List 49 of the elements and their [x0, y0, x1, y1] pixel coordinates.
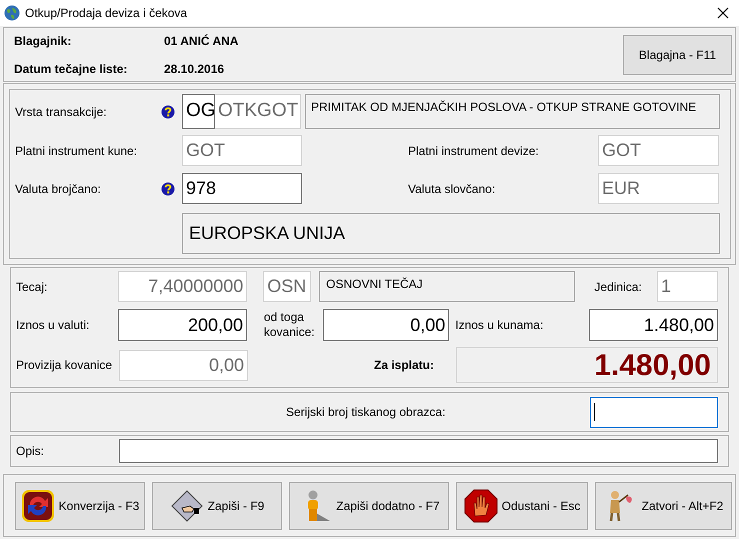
cash-register-button[interactable]: Blagajna - F11: [623, 34, 732, 74]
transaction-description: PRIMITAK OD MJENJAČKIH POSLOVA - OTKUP STRANE GOTOVINE: [305, 94, 720, 129]
action-button[interactable]: Zatvori - Alt+F2: [595, 482, 732, 530]
currency-name: EUROPSKA UNIJA: [182, 213, 720, 254]
field-label: Platni instrument devize:: [408, 142, 540, 160]
input-field[interactable]: OG: [182, 94, 215, 129]
input-field[interactable]: OSN: [263, 271, 312, 302]
input-field[interactable]: 0,00: [323, 309, 450, 341]
window-title: Otkup/Prodaja deviza i čekova: [25, 5, 188, 22]
input-field[interactable]: 7,40000000: [118, 271, 248, 302]
field-label: Blagajnik:: [14, 32, 72, 50]
arrows-icon: [20, 488, 55, 522]
field-label: Valuta brojčano:: [15, 180, 102, 198]
field-label: Za isplatu:: [374, 357, 436, 374]
input-field[interactable]: [590, 396, 718, 428]
input-field[interactable]: [119, 439, 718, 463]
action-button[interactable]: Odustani - Esc: [456, 482, 588, 530]
hand-icon: [170, 488, 204, 522]
field-label: Opis:: [16, 443, 46, 460]
action-button[interactable]: Zapiši - F9: [152, 482, 282, 530]
field-label: od toga kovanice:: [264, 310, 316, 340]
input-field[interactable]: EUR: [598, 173, 719, 204]
field-label: Provizija kovanice: [16, 357, 114, 374]
payout-amount: 1.480,00: [456, 347, 718, 383]
cashier-name: 01 ANIĆ ANA: [164, 32, 238, 50]
globe-icon: [4, 5, 20, 21]
field-label: Tecaj:: [16, 278, 48, 296]
field-label: Datum tečajne liste:: [14, 60, 128, 78]
input-field[interactable]: GOT: [598, 135, 719, 166]
stop-hand-icon: [464, 488, 498, 522]
input-field[interactable]: 0,00: [119, 350, 248, 380]
action-button[interactable]: Konverzija - F3: [15, 482, 145, 530]
field-label: Iznos u kunama:: [455, 317, 544, 334]
field-label: Jedinica:: [594, 278, 643, 296]
field-label: Valuta slovčano:: [408, 180, 496, 198]
field-label: Serijski broj tiskanog obrazca:: [286, 404, 446, 421]
field-label: Iznos u valuti:: [16, 317, 90, 334]
input-field[interactable]: 200,00: [118, 309, 248, 341]
input-field[interactable]: 1.480,00: [588, 309, 718, 341]
rate-description: OSNOVNI TEČAJ: [319, 271, 575, 302]
input-field[interactable]: 978: [182, 173, 302, 204]
close-icon[interactable]: [717, 7, 729, 19]
field-label: Platni instrument kune:: [15, 142, 138, 160]
rate-list-date: 28.10.2016: [164, 60, 224, 78]
input-field[interactable]: OTKGOT: [215, 94, 301, 129]
input-field[interactable]: 1: [657, 271, 718, 302]
field-label: Vrsta transakcije:: [15, 104, 108, 120]
input-field[interactable]: GOT: [182, 135, 302, 166]
action-button[interactable]: Zapiši dodatno - F7: [289, 482, 449, 530]
